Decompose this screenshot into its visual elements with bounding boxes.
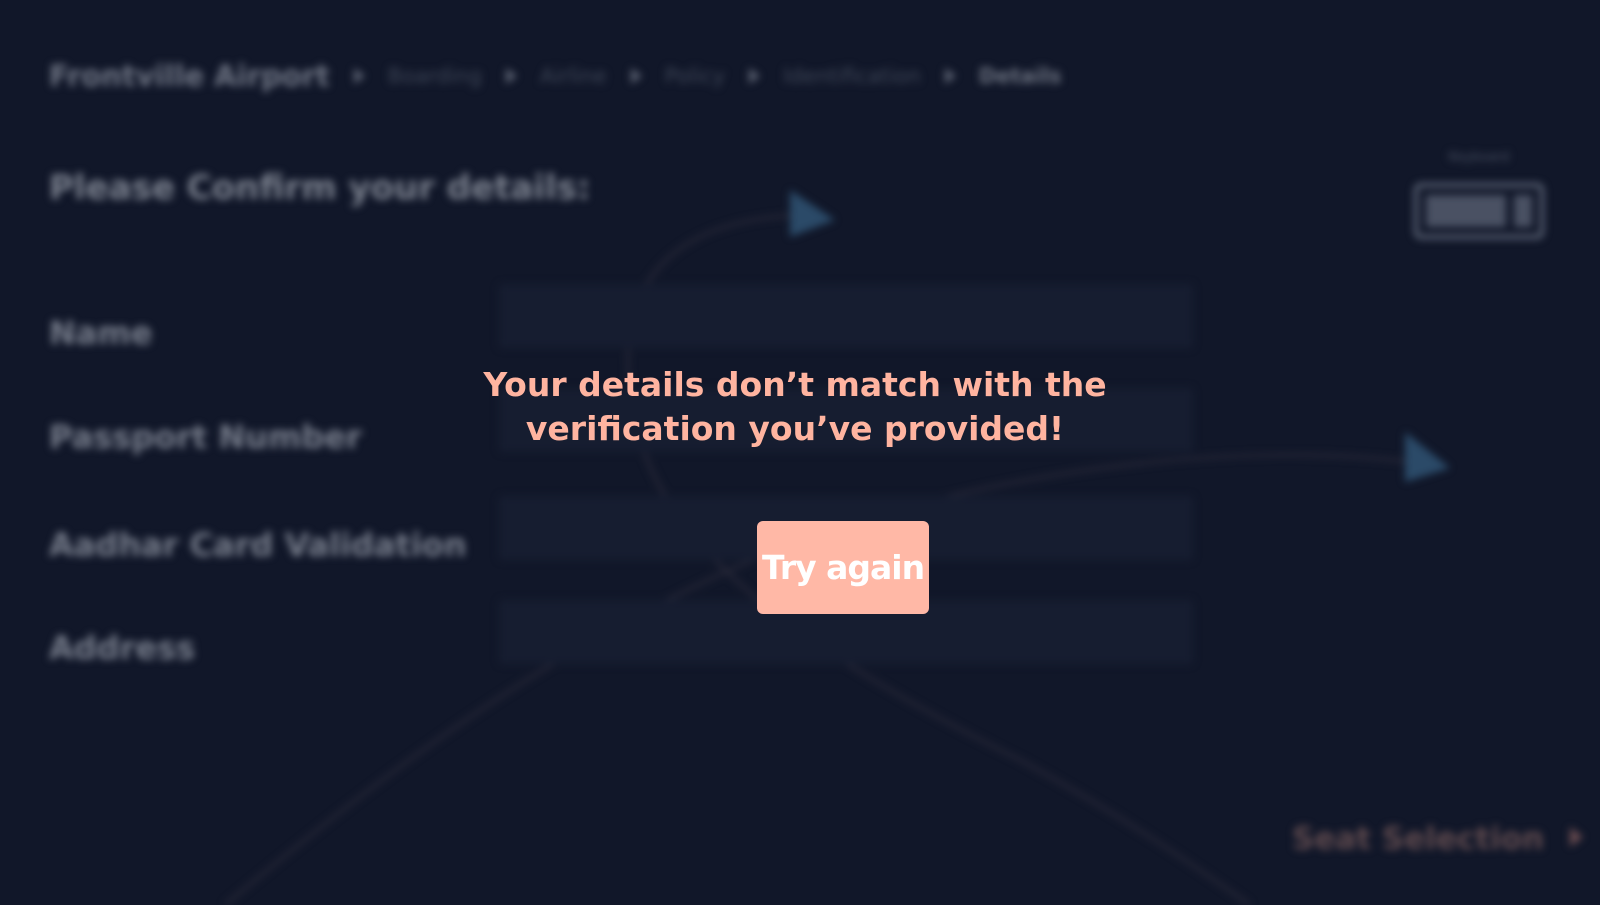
error-message: Your details don’t match with the verifi… [420,363,1170,451]
try-again-button[interactable]: Try again [757,521,929,614]
verification-error-modal: Your details don’t match with the verifi… [0,0,1600,905]
error-message-line-1: Your details don’t match with the [483,365,1107,404]
error-message-line-2: verification you’ve provided! [525,409,1065,448]
